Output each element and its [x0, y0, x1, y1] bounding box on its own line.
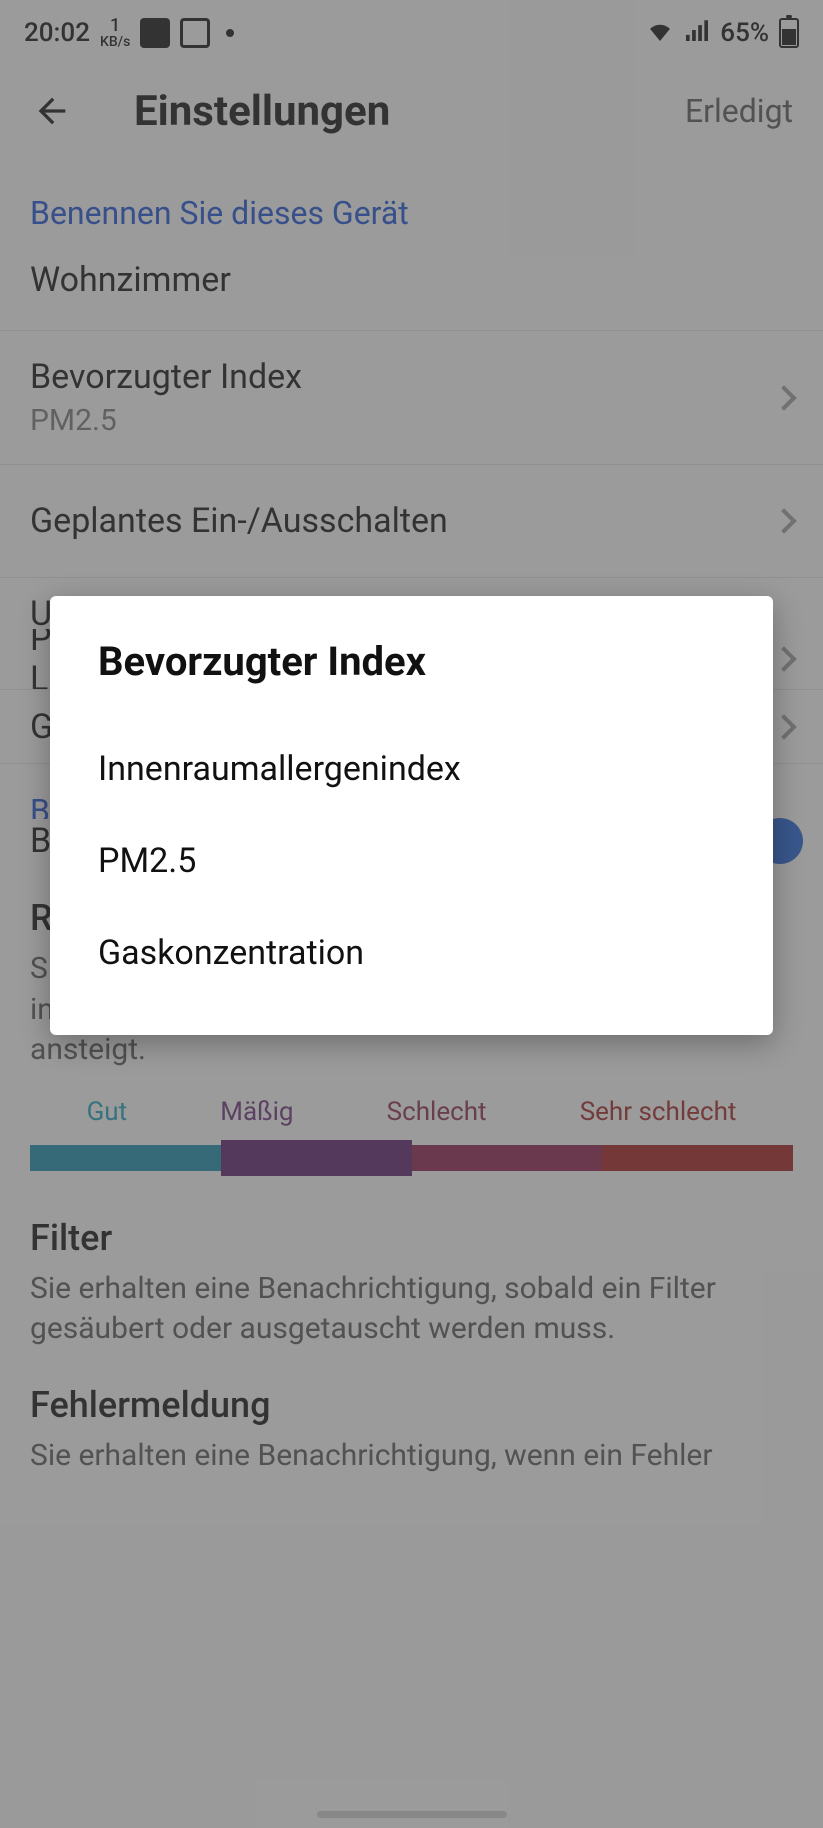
dialog-option-gas[interactable]: Gaskonzentration — [98, 907, 725, 999]
home-indicator[interactable] — [317, 1811, 507, 1818]
preferred-index-dialog: Bevorzugter Index Innenraumallergenindex… — [50, 596, 773, 1035]
dialog-option-allergen[interactable]: Innenraumallergenindex — [98, 723, 725, 815]
dialog-title: Bevorzugter Index — [98, 638, 725, 685]
dialog-option-pm25[interactable]: PM2.5 — [98, 815, 725, 907]
